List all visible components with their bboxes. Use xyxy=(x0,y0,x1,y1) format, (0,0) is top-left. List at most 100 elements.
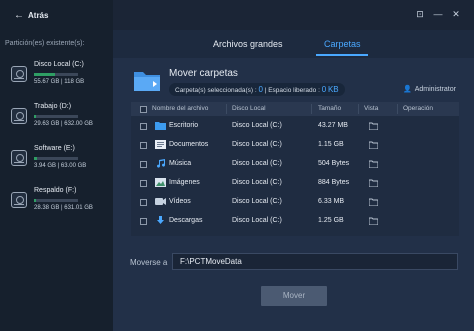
open-folder-icon[interactable] xyxy=(369,141,378,149)
open-folder-icon[interactable] xyxy=(369,198,378,206)
partition-name: Software (E:) xyxy=(34,145,75,152)
back-button[interactable]: ← Atrás xyxy=(14,10,48,21)
file-name: Música xyxy=(169,160,192,167)
close-icon[interactable]: ✕ xyxy=(451,9,461,19)
tab-folders[interactable]: Carpetas xyxy=(324,39,361,49)
destination-path-field[interactable]: F:\PCTMoveData xyxy=(172,253,458,270)
selection-summary: Carpeta(s) seleccionada(s) : 0 | Espacio… xyxy=(169,83,345,96)
video-icon xyxy=(155,198,166,205)
page-title: Mover carpetas xyxy=(169,68,238,79)
active-tab-indicator xyxy=(316,54,368,56)
user-account[interactable]: 👤 Administrator xyxy=(403,85,456,94)
row-checkbox[interactable] xyxy=(140,123,147,130)
usage-fill xyxy=(34,157,37,160)
col-size[interactable]: Tamaño xyxy=(318,105,341,112)
left-panel: ← Atrás Partición(es) existente(s): Disc… xyxy=(0,0,113,331)
column-divider xyxy=(358,104,359,114)
col-disk[interactable]: Disco Local xyxy=(232,105,266,112)
open-folder-icon[interactable] xyxy=(369,160,378,168)
tab-bar: Archivos grandes Carpetas xyxy=(113,30,474,58)
table-row[interactable]: Escritorio Disco Local (C:) 43.27 MB xyxy=(131,117,459,136)
open-folder-icon[interactable] xyxy=(369,217,378,225)
partition-name: Trabajo (D:) xyxy=(34,103,72,110)
table-row[interactable]: Imágenes Disco Local (C:) 884 Bytes xyxy=(131,174,459,193)
file-disk: Disco Local (C:) xyxy=(232,179,282,186)
file-size: 504 Bytes xyxy=(318,160,350,167)
user-icon: 👤 xyxy=(403,86,412,93)
file-name: Escritorio xyxy=(169,122,199,129)
partition-usage-bar xyxy=(34,157,78,160)
pictures-icon xyxy=(155,178,166,187)
row-checkbox[interactable] xyxy=(140,142,147,149)
disk-icon xyxy=(11,66,27,82)
minimize-button[interactable]: — xyxy=(433,9,443,19)
file-name: Documentos xyxy=(169,141,209,148)
row-checkbox[interactable] xyxy=(140,199,147,206)
file-disk: Disco Local (C:) xyxy=(232,141,282,148)
partition-name: Disco Local (C:) xyxy=(34,61,84,68)
minimize-icon[interactable]: ⊡ xyxy=(415,9,425,19)
row-checkbox[interactable] xyxy=(140,161,147,168)
file-name: Vídeos xyxy=(169,198,191,205)
file-disk: Disco Local (C:) xyxy=(232,198,282,205)
move-button[interactable]: Mover xyxy=(261,286,327,306)
partition-size: 3.94 GB | 63.00 GB xyxy=(34,163,87,169)
table-row[interactable]: Descargas Disco Local (C:) 1.25 GB xyxy=(131,212,459,231)
back-arrow-icon: ← xyxy=(14,10,24,21)
documents-icon xyxy=(155,140,166,149)
col-operation: Operación xyxy=(403,105,433,112)
file-size: 6.33 MB xyxy=(318,198,345,205)
disk-icon xyxy=(11,108,27,124)
column-divider xyxy=(226,104,227,114)
partition-size: 29.63 GB | 632.00 GB xyxy=(34,121,93,127)
file-disk: Disco Local (C:) xyxy=(232,217,282,224)
partition-name: Respaldo (F:) xyxy=(34,187,77,194)
row-checkbox[interactable] xyxy=(140,218,147,225)
file-name: Imágenes xyxy=(169,179,200,186)
table-row[interactable]: Música Disco Local (C:) 504 Bytes xyxy=(131,155,459,174)
file-name: Descargas xyxy=(169,217,203,224)
partition-e[interactable]: Software (E:) 3.94 GB | 63.00 GB xyxy=(8,144,108,178)
open-folder-icon[interactable] xyxy=(369,122,378,130)
table-row[interactable]: Vídeos Disco Local (C:) 6.33 MB xyxy=(131,193,459,212)
move-to-label: Moverse a xyxy=(130,258,168,267)
open-folder-icon[interactable] xyxy=(369,179,378,187)
table-header: Nombre del archivo Disco Local Tamaño Vi… xyxy=(131,102,459,116)
usage-fill xyxy=(34,115,37,118)
tab-large-files[interactable]: Archivos grandes xyxy=(213,39,283,49)
folder-move-icon xyxy=(134,72,160,91)
freed-label: | Espacio liberado : xyxy=(262,87,322,94)
select-all-checkbox[interactable] xyxy=(140,106,147,113)
partition-f[interactable]: Respaldo (F:) 28.38 GB | 631.01 GB xyxy=(8,186,108,220)
file-size: 1.15 GB xyxy=(318,141,344,148)
main-panel: ⊡ — ✕ Archivos grandes Carpetas Mover ca… xyxy=(113,0,474,331)
table-row[interactable]: Documentos Disco Local (C:) 1.15 GB xyxy=(131,136,459,155)
partition-d[interactable]: Trabajo (D:) 29.63 GB | 632.00 GB xyxy=(8,102,108,136)
user-name: Administrator xyxy=(414,85,456,93)
col-name[interactable]: Nombre del archivo xyxy=(152,105,208,112)
file-size: 884 Bytes xyxy=(318,179,350,186)
file-disk: Disco Local (C:) xyxy=(232,160,282,167)
partition-c[interactable]: Disco Local (C:) 55.67 GB | 118 GB xyxy=(8,60,108,94)
usage-fill xyxy=(34,199,37,202)
col-view: Vista xyxy=(364,105,379,112)
column-divider xyxy=(397,104,398,114)
download-icon xyxy=(157,216,164,224)
title-bar: ⊡ — ✕ xyxy=(113,0,474,30)
file-disk: Disco Local (C:) xyxy=(232,122,282,129)
file-size: 43.27 MB xyxy=(318,122,348,129)
back-label: Atrás xyxy=(28,11,49,20)
freed-value: 0 xyxy=(321,85,327,94)
folders-table: Nombre del archivo Disco Local Tamaño Vi… xyxy=(131,102,459,236)
partition-size: 55.67 GB | 118 GB xyxy=(34,79,85,85)
partition-size: 28.38 GB | 631.01 GB xyxy=(34,205,93,211)
partition-usage-bar xyxy=(34,73,78,76)
music-icon xyxy=(157,159,166,168)
partitions-title: Partición(es) existente(s): xyxy=(5,40,85,47)
row-checkbox[interactable] xyxy=(140,180,147,187)
partition-usage-bar xyxy=(34,115,78,118)
freed-unit: KB xyxy=(327,85,339,94)
file-size: 1.25 GB xyxy=(318,217,344,224)
folder-blue-icon xyxy=(155,122,166,130)
usage-fill xyxy=(34,73,55,76)
